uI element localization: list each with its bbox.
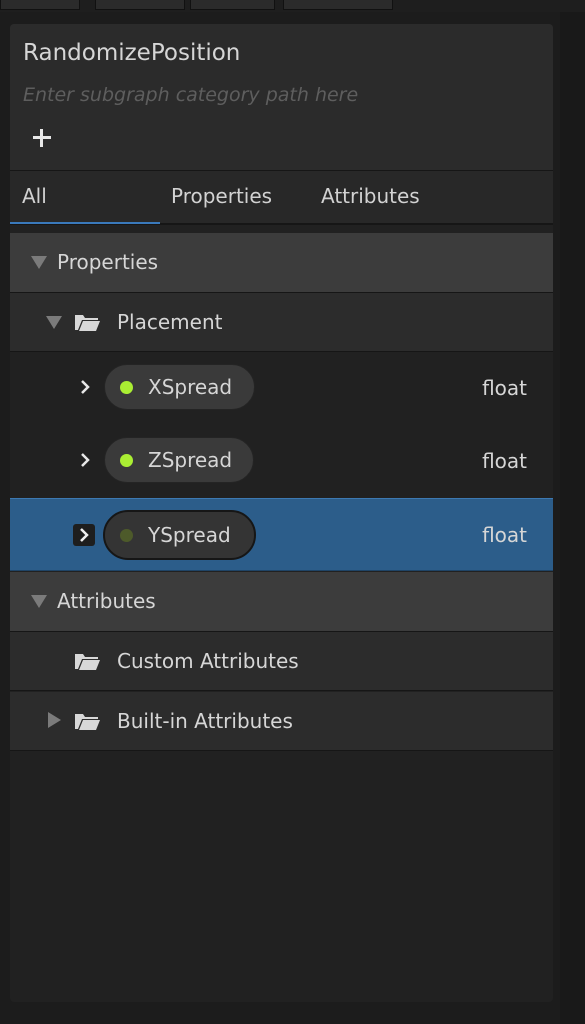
- panel-header: RandomizePosition Enter subgraph categor…: [10, 24, 553, 170]
- property-pill[interactable]: YSpread: [103, 510, 256, 560]
- folder-open-icon: [75, 714, 100, 730]
- float-type-dot: [120, 454, 133, 467]
- triangle-down-icon[interactable]: [46, 316, 62, 329]
- subgraph-title[interactable]: RandomizePosition: [23, 40, 240, 66]
- category-properties[interactable]: Properties: [10, 233, 553, 293]
- folder-placement[interactable]: Placement: [10, 293, 553, 352]
- property-name: ZSpread: [148, 448, 233, 472]
- triangle-right-icon[interactable]: [48, 712, 61, 728]
- folder-open-icon: [75, 654, 100, 670]
- folder-open-icon: [75, 315, 100, 331]
- blackboard-panel: RandomizePosition Enter subgraph categor…: [10, 24, 553, 1002]
- property-name: YSpread: [148, 523, 231, 547]
- folder-label: Placement: [117, 310, 223, 334]
- property-row-zspread[interactable]: ZSpread float: [10, 425, 553, 498]
- scroll-gutter: [560, 12, 585, 1024]
- folder-label: Custom Attributes: [117, 649, 299, 673]
- triangle-down-icon[interactable]: [31, 595, 47, 608]
- toolbar-button[interactable]: [283, 0, 393, 10]
- property-type: float: [482, 523, 527, 547]
- float-type-dot: [120, 529, 133, 542]
- property-name: XSpread: [148, 375, 233, 399]
- chevron-right-icon[interactable]: [74, 376, 96, 398]
- triangle-down-icon[interactable]: [31, 256, 47, 269]
- chevron-right-icon[interactable]: [74, 449, 96, 471]
- category-label: Properties: [57, 250, 159, 274]
- tab-properties[interactable]: Properties: [171, 171, 272, 223]
- toolbar-button[interactable]: [190, 0, 275, 10]
- property-row-yspread[interactable]: YSpread float: [10, 498, 553, 571]
- tab-all[interactable]: All: [10, 171, 160, 224]
- category-label: Attributes: [57, 589, 156, 613]
- toolbar-button[interactable]: [95, 0, 185, 10]
- chevron-right-icon[interactable]: [73, 524, 95, 546]
- folder-builtin-attributes[interactable]: Built-in Attributes: [10, 692, 553, 751]
- property-type: float: [482, 376, 527, 400]
- property-pill[interactable]: ZSpread: [104, 437, 254, 483]
- tab-attributes[interactable]: Attributes: [321, 171, 420, 223]
- filter-tabs: All Properties Attributes: [10, 170, 553, 225]
- toolbar-button[interactable]: [0, 0, 80, 10]
- folder-custom-attributes[interactable]: Custom Attributes: [10, 632, 553, 691]
- property-pill[interactable]: XSpread: [104, 364, 255, 410]
- tab-all-label: All: [22, 184, 47, 208]
- category-path-field[interactable]: Enter subgraph category path here: [23, 84, 358, 106]
- property-type: float: [482, 449, 527, 473]
- add-icon[interactable]: [28, 124, 56, 152]
- category-attributes[interactable]: Attributes: [10, 572, 553, 632]
- property-row-xspread[interactable]: XSpread float: [10, 352, 553, 425]
- folder-label: Built-in Attributes: [117, 709, 293, 733]
- float-type-dot: [120, 381, 133, 394]
- top-toolbar: [0, 0, 585, 12]
